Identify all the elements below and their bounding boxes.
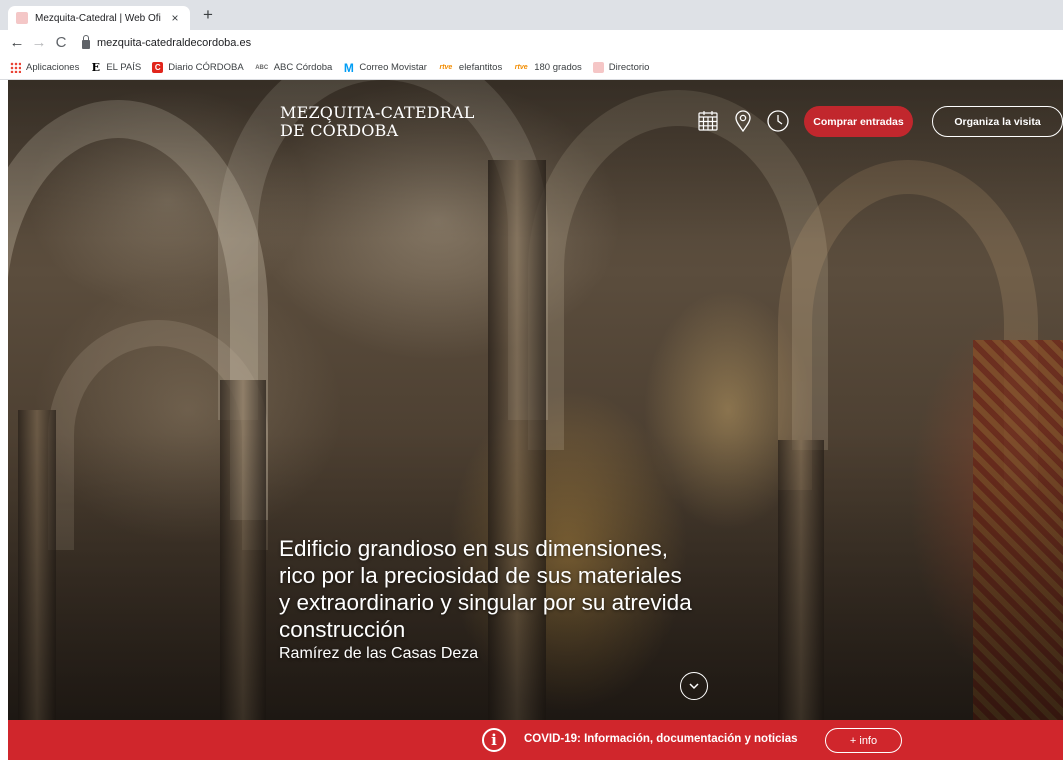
- plan-visit-button[interactable]: Organiza la visita: [932, 106, 1063, 137]
- back-button[interactable]: ←: [6, 30, 28, 56]
- diario-cordoba-icon: C: [152, 62, 164, 73]
- movistar-icon: M: [343, 60, 354, 75]
- buy-tickets-button[interactable]: Comprar entradas: [804, 106, 913, 137]
- chevron-down-circle-icon[interactable]: [680, 672, 708, 700]
- rtve-icon: rtve: [514, 64, 528, 71]
- hero-section: MEZQUITA-CATEDRAL DE CÓRDOBA Comprar ent…: [8, 80, 1063, 720]
- bookmark-aplicaciones[interactable]: Aplicaciones: [10, 62, 79, 73]
- rtve-icon: rtve: [439, 64, 453, 71]
- reload-button[interactable]: C: [50, 30, 72, 56]
- bookmark-label: elefantitos: [458, 62, 503, 73]
- tab-close-icon[interactable]: ×: [168, 11, 182, 25]
- bookmark-label: 180 grados: [534, 62, 582, 73]
- bookmark-diario-cordoba[interactable]: C Diario CÓRDOBA: [152, 62, 244, 73]
- apps-grid-icon: [10, 62, 21, 73]
- lock-icon: [82, 35, 90, 49]
- bookmark-directorio[interactable]: Directorio: [592, 62, 650, 73]
- abc-icon: ABC: [255, 64, 269, 71]
- covid-banner-text[interactable]: COVID-19: Información, documentación y n…: [524, 733, 798, 745]
- logo-line-2: DE CÓRDOBA: [280, 121, 399, 140]
- forward-button[interactable]: →: [28, 30, 50, 56]
- clock-icon[interactable]: [766, 109, 790, 133]
- browser-tab-strip: Mezquita-Catedral | Web Oficial × +: [0, 0, 1063, 30]
- folder-icon: [592, 62, 604, 73]
- bookmark-el-pais[interactable]: E EL PAÍS: [90, 61, 142, 74]
- bookmark-label: Aplicaciones: [26, 62, 80, 73]
- location-pin-icon[interactable]: [731, 109, 755, 133]
- new-tab-button[interactable]: +: [203, 5, 213, 25]
- bookmark-label: Correo Movistar: [359, 62, 427, 73]
- site-favicon-icon: [16, 12, 28, 24]
- more-info-button[interactable]: + info: [825, 728, 902, 753]
- quote-author: Ramírez de las Casas Deza: [279, 645, 479, 662]
- bookmark-correo-movistar[interactable]: M Correo Movistar: [343, 60, 427, 75]
- bookmark-label: Diario CÓRDOBA: [168, 62, 244, 73]
- browser-toolbar: ← → C mezquita-catedraldecordoba.es: [0, 30, 1063, 56]
- bookmark-label: Directorio: [608, 62, 650, 73]
- tab-title: Mezquita-Catedral | Web Oficial: [35, 12, 161, 24]
- bookmark-label: ABC Córdoba: [273, 62, 333, 73]
- bookmark-label: EL PAÍS: [106, 62, 142, 73]
- bookmarks-bar: Aplicaciones E EL PAÍS C Diario CÓRDOBA …: [0, 56, 1063, 80]
- logo-line-1: MEZQUITA-CATEDRAL: [280, 103, 475, 122]
- browser-tab[interactable]: Mezquita-Catedral | Web Oficial ×: [8, 6, 190, 30]
- address-bar[interactable]: mezquita-catedraldecordoba.es: [82, 32, 251, 54]
- hero-quote: Edificio grandioso en sus dimensiones, r…: [279, 536, 692, 642]
- covid-banner: i COVID-19: Información, documentación y…: [8, 720, 1063, 760]
- info-icon: i: [482, 728, 506, 752]
- bookmark-elefantitos[interactable]: rtve elefantitos: [438, 62, 502, 73]
- elpais-icon: E: [91, 61, 101, 74]
- calendar-icon[interactable]: [696, 109, 720, 133]
- site-logo[interactable]: MEZQUITA-CATEDRAL DE CÓRDOBA: [280, 104, 475, 140]
- url-text[interactable]: mezquita-catedraldecordoba.es: [97, 37, 251, 49]
- bookmark-180-grados[interactable]: rtve 180 grados: [513, 62, 582, 73]
- bookmark-abc-cordoba[interactable]: ABC ABC Córdoba: [255, 62, 333, 73]
